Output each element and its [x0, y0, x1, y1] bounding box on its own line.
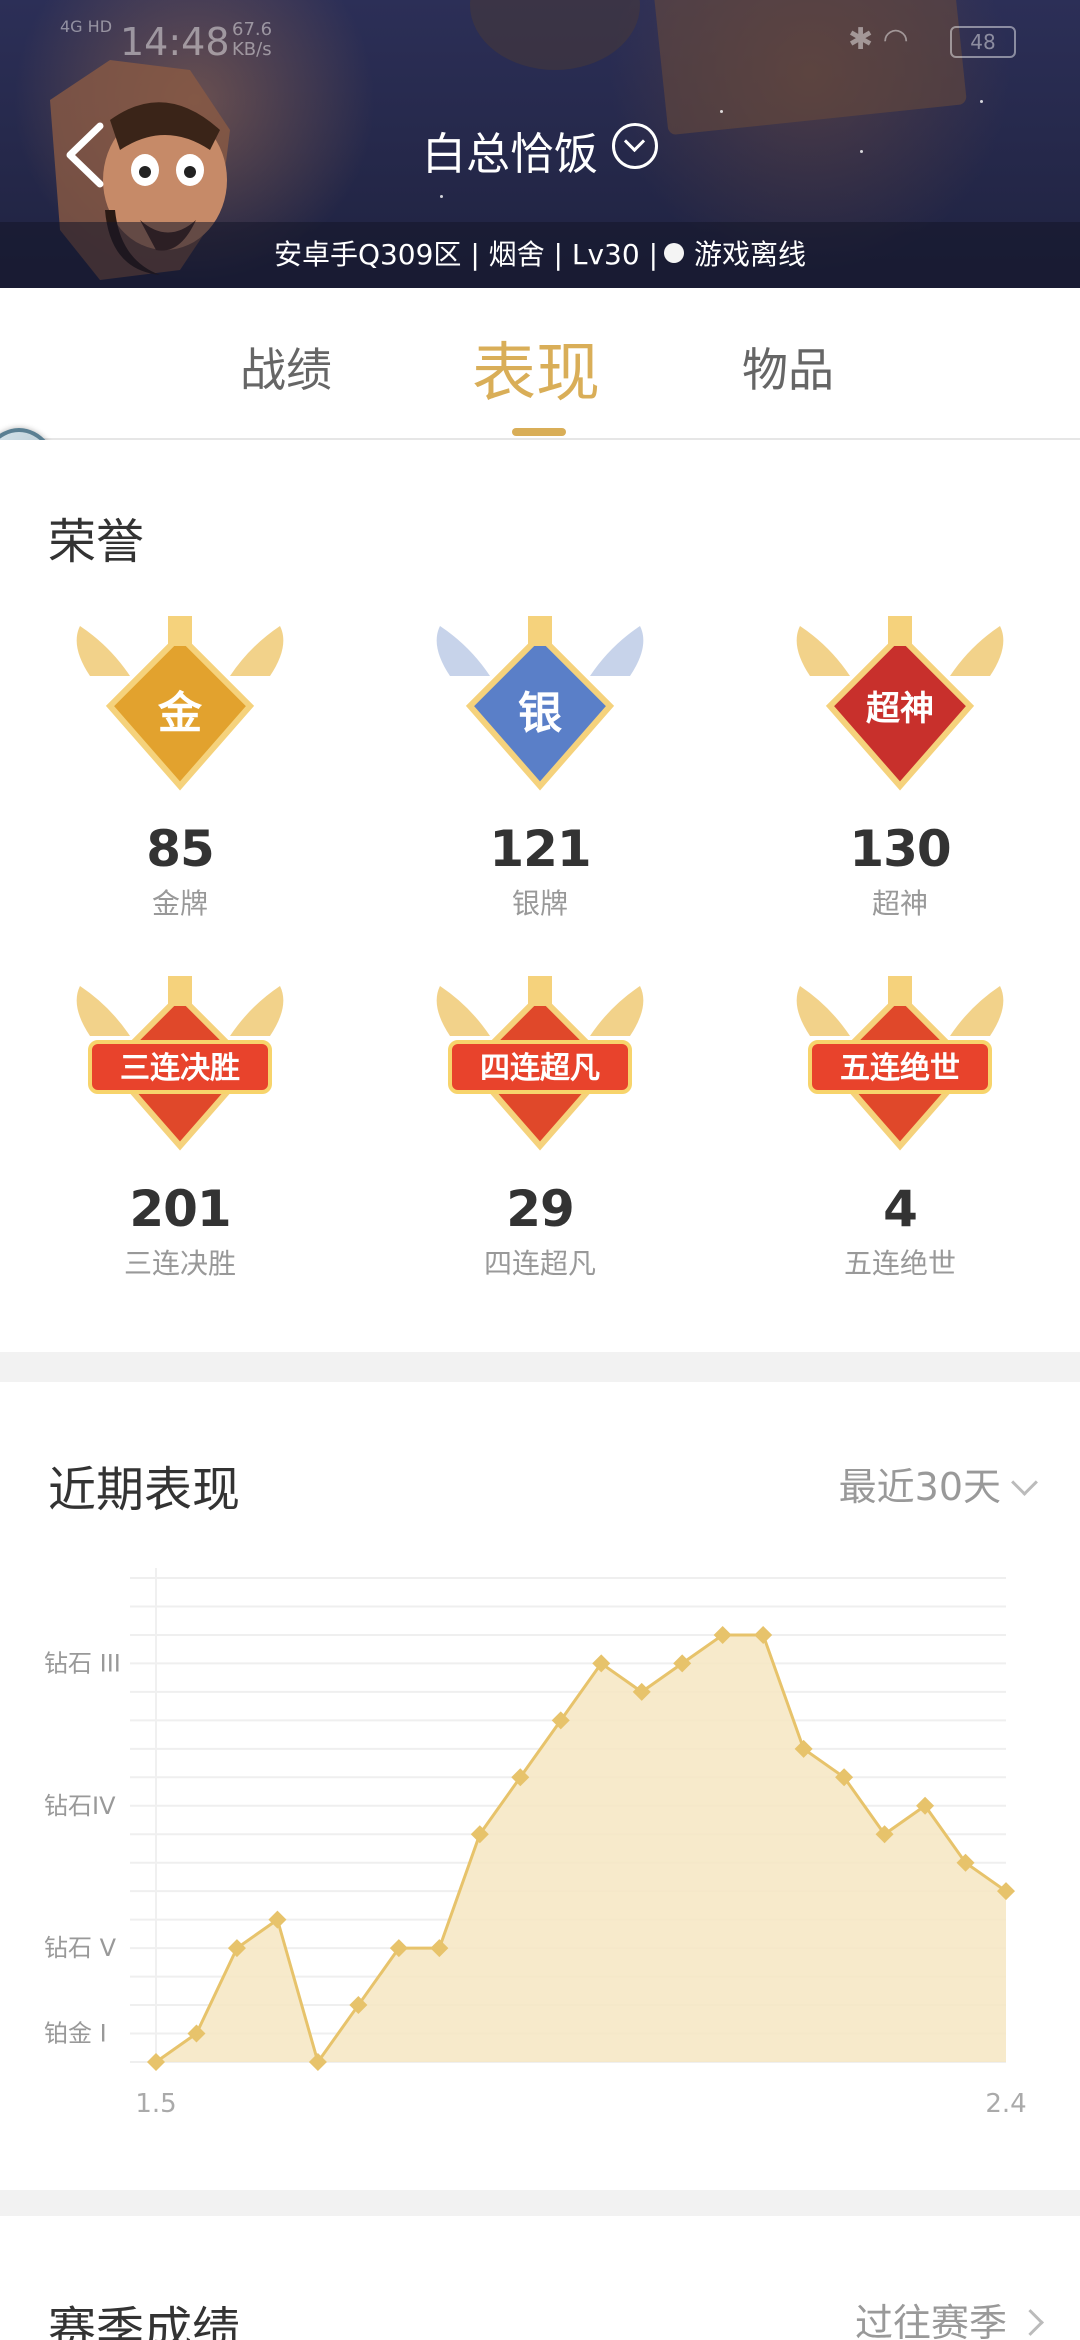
- honor-item: 四连超凡 29 四连超凡: [360, 976, 720, 1282]
- player-name: 白总恰饭: [422, 129, 598, 180]
- header-banner: 4G HD 14:48 67.6 KB/s ✱ ◠ 48 白总恰饭 安卓手Q309…: [0, 0, 1080, 288]
- honor-badge-text: 四连超凡: [480, 1051, 600, 1086]
- status-bar: 4G HD 14:48 67.6 KB/s ✱ ◠ 48: [0, 0, 1080, 80]
- honor-label: 超神: [871, 887, 928, 920]
- honors-title: 荣誉: [48, 514, 145, 570]
- y-tick-label: 钻石IV: [44, 1792, 116, 1820]
- past-seasons-link[interactable]: 过往赛季: [854, 2292, 1044, 2340]
- x-tick-label: 2.4: [985, 2089, 1026, 2119]
- tab-bar: 战绩 表现 物品: [0, 288, 1080, 440]
- honor-item: 超神 130 超神: [720, 616, 1080, 922]
- honor-badge-text: 银: [518, 688, 562, 739]
- offline-dot-icon: [664, 243, 685, 263]
- honor-count: 85: [146, 820, 215, 878]
- x-tick-label: 1.5: [135, 2089, 176, 2119]
- season-title: 赛季成绩: [48, 2302, 241, 2340]
- player-title[interactable]: 白总恰饭: [0, 118, 1080, 182]
- battery-icon: 48: [950, 26, 1016, 58]
- honor-count: 201: [129, 1180, 231, 1238]
- honor-badge-text: 金: [157, 688, 203, 739]
- honor-badge-icon: 四连超凡: [436, 976, 644, 1151]
- honor-count: 121: [489, 820, 591, 878]
- active-tab-indicator: [512, 428, 566, 436]
- wifi-icon: ✱ ◠: [848, 22, 909, 57]
- y-tick-label: 铂金 I: [44, 2020, 107, 2048]
- honor-item: 三连决胜 201 三连决胜: [0, 976, 360, 1282]
- honor-count: 29: [506, 1180, 575, 1238]
- honor-item: 五连绝世 4 五连绝世: [720, 976, 1080, 1282]
- series-area: [156, 1634, 1006, 2062]
- tab-record[interactable]: 战绩: [240, 334, 332, 400]
- player-subinfo: 安卓手Q309区 | 烟舍 | Lv30 | 游戏离线: [0, 222, 1080, 288]
- past-seasons-label: 过往赛季: [854, 2301, 1007, 2340]
- player-server-info: 安卓手Q309区 | 烟舍 | Lv30 |: [273, 238, 659, 271]
- chevron-down-icon[interactable]: [612, 123, 658, 169]
- honor-badge-icon: 银: [436, 616, 644, 791]
- honor-badge-text: 三连决胜: [120, 1051, 240, 1086]
- honor-label: 银牌: [511, 887, 568, 920]
- honor-badge-icon: 超神: [796, 616, 1004, 791]
- honor-label: 五连绝世: [843, 1247, 956, 1280]
- chevron-right-icon: [1017, 2309, 1044, 2336]
- recent-performance-section: 近期表现 最近30天 铂金 I 钻石 V 钻石IV 钻石 III 1.5 2.4: [0, 1382, 1080, 2190]
- honor-badge-icon: 金: [76, 616, 284, 791]
- honor-badge-text: 五连绝世: [840, 1051, 960, 1086]
- y-tick-label: 钻石 III: [44, 1649, 121, 1677]
- y-tick-label: 钻石 V: [44, 1934, 117, 1962]
- honors-section: 荣誉 金 85 金牌银 121 银牌 超神 130 超神 三连决胜 201 三连决胜 四连超凡 29 四连…: [0, 440, 1080, 1352]
- honor-badge-text: 超神: [866, 689, 934, 729]
- net-speed: 67.6 KB/s: [232, 19, 273, 60]
- honor-item: 银 121 银牌: [360, 616, 720, 922]
- honor-item: 金 85 金牌: [0, 616, 360, 922]
- honor-badge-icon: 三连决胜: [76, 976, 284, 1151]
- status-time: 14:48: [120, 20, 230, 64]
- network-indicator: 4G HD: [60, 17, 113, 36]
- honor-label: 四连超凡: [483, 1247, 596, 1280]
- honor-count: 130: [849, 820, 951, 878]
- data-point: [147, 2053, 165, 2071]
- rank-trend-chart: 铂金 I 钻石 V 钻石IV 钻石 III 1.5 2.4: [44, 1568, 1027, 2119]
- honor-label: 三连决胜: [123, 1247, 236, 1280]
- online-status: 游戏离线: [694, 238, 807, 271]
- honor-count: 4: [883, 1180, 918, 1238]
- tab-performance[interactable]: 表现: [472, 322, 600, 414]
- season-section: 赛季成绩 过往赛季: [0, 2216, 1080, 2340]
- honor-label: 金牌: [151, 887, 208, 920]
- tab-items[interactable]: 物品: [742, 334, 834, 400]
- honor-badge-icon: 五连绝世: [796, 976, 1004, 1151]
